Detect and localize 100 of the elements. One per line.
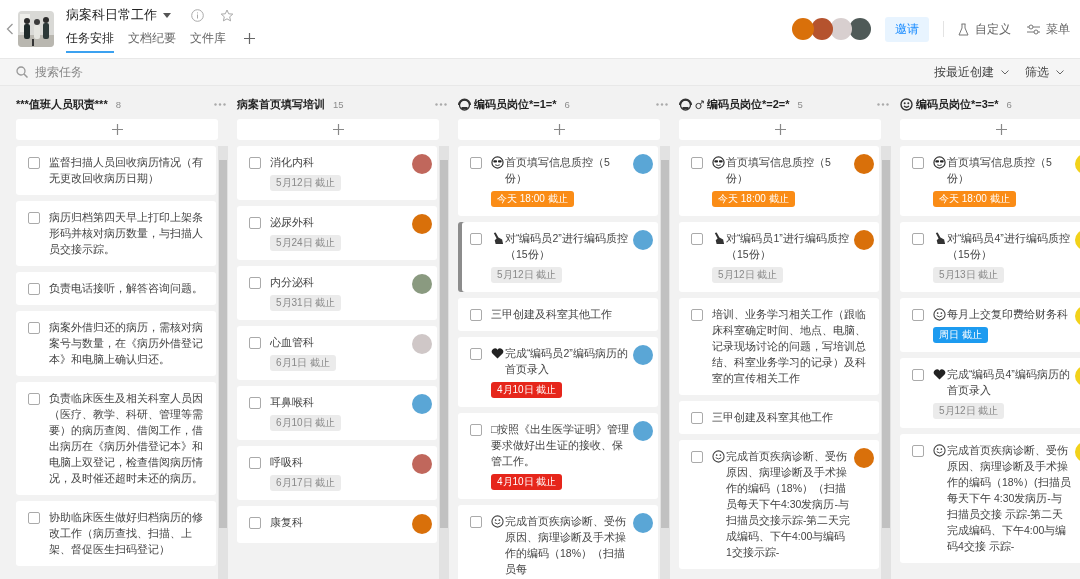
add-tab-icon[interactable] xyxy=(244,33,255,44)
checkbox[interactable] xyxy=(28,157,40,169)
checkbox[interactable] xyxy=(470,348,482,360)
column-title: ***值班人员职责*** xyxy=(16,96,108,112)
task-card[interactable]: 消化内科 5月12日 截止 xyxy=(237,146,437,200)
sliders-icon xyxy=(1027,23,1040,35)
checkbox[interactable] xyxy=(249,157,261,169)
task-card[interactable]: 完成“编码员2”编码病历的首页录入 4月10日 截止 xyxy=(458,337,658,407)
task-card[interactable]: 完成“编码员4”编码病历的首页录入 5月12日 截止 xyxy=(900,358,1080,428)
more-icon[interactable] xyxy=(435,102,447,106)
scrollbar-thumb[interactable] xyxy=(882,160,890,529)
task-card[interactable]: 完成首页疾病诊断、受伤原因、病理诊断及手术操作的编码（18%）（扫描员每天下午4:30发病历-与扫描员交接示踪-第二天完成编码、下午4:00与编码1交接示踪- xyxy=(679,440,879,569)
checkbox[interactable] xyxy=(28,512,40,524)
task-card[interactable]: 对“编码员2”进行编码质控（15份） 5月12日 截止 xyxy=(458,222,658,292)
customize-button[interactable]: 自定义 xyxy=(958,21,1011,37)
menu-button[interactable]: 菜单 xyxy=(1027,21,1070,37)
task-card[interactable]: 呼吸科 6月17日 截止 xyxy=(237,446,437,500)
task-card[interactable]: 泌尿外科 5月24日 截止 xyxy=(237,206,437,260)
task-card[interactable]: 监督扫描人员回收病历情况（有无更改回收病历日期） xyxy=(16,146,216,195)
scrollbar[interactable] xyxy=(218,146,228,579)
due-date-tag: 6月10日 截止 xyxy=(270,415,342,431)
checkbox[interactable] xyxy=(249,277,261,289)
checkbox[interactable] xyxy=(691,233,703,245)
checkbox[interactable] xyxy=(470,233,482,245)
task-card[interactable]: 内分泌科 5月31日 截止 xyxy=(237,266,437,320)
checkbox[interactable] xyxy=(28,283,40,295)
checkbox[interactable] xyxy=(470,157,482,169)
task-count: 8 xyxy=(115,98,122,110)
task-card[interactable]: 病案外借归还的病历，需核对病案号与数量，在《病历外借登记本》和电脑上确认归还。 xyxy=(16,311,216,376)
info-icon[interactable] xyxy=(191,8,204,22)
tab[interactable]: 文档纪要 xyxy=(128,29,176,53)
more-icon[interactable] xyxy=(877,102,889,106)
checkbox[interactable] xyxy=(28,393,40,405)
checkbox[interactable] xyxy=(28,322,40,334)
chevron-down-icon xyxy=(1001,69,1009,75)
task-card[interactable]: 对“编码员4”进行编码质控（15份） 5月13日 截止 xyxy=(900,222,1080,292)
due-date-tag: 今天 18:00 截止 xyxy=(933,191,1016,207)
sort-dropdown[interactable]: 按最近创建 xyxy=(934,64,1009,80)
task-card[interactable]: 完成首页疾病诊断、受伤原因、病理诊断及手术操作的编码（18%）（扫描员每 xyxy=(458,505,658,579)
task-card[interactable]: 病历归档第四天早上打印上架条形码并核对病历数量，与扫描人员交接示踪。 xyxy=(16,201,216,266)
task-title: 协助临床医生做好归档病历的修改工作（病历查找、扫描、上架、督促医生扫码登记） xyxy=(49,510,204,557)
checkbox[interactable] xyxy=(249,217,261,229)
search-icon xyxy=(16,66,28,78)
checkbox[interactable] xyxy=(249,397,261,409)
checkbox[interactable] xyxy=(249,457,261,469)
more-icon[interactable] xyxy=(656,102,668,106)
task-card[interactable]: 心血管科 6月1日 截止 xyxy=(237,326,437,380)
checkbox[interactable] xyxy=(691,451,703,463)
caret-icon[interactable] xyxy=(163,12,171,18)
checkbox[interactable] xyxy=(470,424,482,436)
task-card[interactable]: 首页填写信息质控（5份） 今天 18:00 截止 xyxy=(458,146,658,216)
checkbox[interactable] xyxy=(912,369,924,381)
scrollbar[interactable] xyxy=(439,146,449,579)
plus-icon xyxy=(774,124,786,135)
back-icon[interactable] xyxy=(6,23,14,35)
more-icon[interactable] xyxy=(214,102,226,106)
smiley-icon xyxy=(933,444,946,457)
task-card[interactable]: 耳鼻喉科 6月10日 截止 xyxy=(237,386,437,440)
task-card[interactable]: 三甲创建及科室其他工作 xyxy=(679,401,879,434)
checkbox[interactable] xyxy=(691,309,703,321)
task-card[interactable]: 对“编码员1”进行编码质控（15份） 5月12日 截止 xyxy=(679,222,879,292)
headset-face-icon xyxy=(679,97,692,111)
checkbox[interactable] xyxy=(912,233,924,245)
star-icon[interactable] xyxy=(220,8,234,22)
checkbox[interactable] xyxy=(28,212,40,224)
checkbox[interactable] xyxy=(470,309,482,321)
checkbox[interactable] xyxy=(249,517,261,529)
tab[interactable]: 文件库 xyxy=(190,29,226,53)
checkbox[interactable] xyxy=(470,516,482,528)
checkbox[interactable] xyxy=(912,445,924,457)
due-date-tag: 今天 18:00 截止 xyxy=(491,191,574,207)
task-card[interactable]: □按照《出生医学证明》管理要求做好出生证的接收、保管工作。 4月10日 截止 xyxy=(458,413,658,499)
task-card[interactable]: 培训、业务学习相关工作（跟临床科室确定时间、地点、电脑、记录现场讨论的问题，写培训总结、科室业务学习的记录）及科室的宣传相关工作 xyxy=(679,298,879,395)
task-card[interactable]: 首页填写信息质控（5份） 今天 18:00 截止 xyxy=(679,146,879,216)
scrollbar-thumb[interactable] xyxy=(440,160,448,529)
checkbox[interactable] xyxy=(249,337,261,349)
checkbox[interactable] xyxy=(691,412,703,424)
task-title: 呼吸科 xyxy=(270,455,304,470)
task-card[interactable]: 负责电话接听，解答咨询问题。 xyxy=(16,272,216,305)
task-count: 15 xyxy=(333,98,345,110)
task-card[interactable]: 康复科 xyxy=(237,506,437,543)
task-card[interactable]: 协助临床医生做好归档病历的修改工作（病历查找、扫描、上架、督促医生扫码登记） xyxy=(16,501,216,566)
scrollbar-thumb[interactable] xyxy=(661,160,669,529)
scrollbar[interactable] xyxy=(660,146,670,579)
checkbox[interactable] xyxy=(912,309,924,321)
scrollbar[interactable] xyxy=(881,146,891,579)
task-card[interactable]: 每月上交复印费给财务科 周日 截止 xyxy=(900,298,1080,352)
checkbox[interactable] xyxy=(912,157,924,169)
task-card[interactable]: 三甲创建及科室其他工作 xyxy=(458,298,658,331)
task-card[interactable]: 首页填写信息质控（5份） 今天 18:00 截止 xyxy=(900,146,1080,216)
task-title: 对“编码员1”进行编码质控（15份） xyxy=(726,231,850,262)
task-card[interactable]: 负责临床医生及相关科室人员因（医疗、教学、科研、管理等需要）的病历查阅、借阅工作，借出病历在《病历外借登记本》和电脑上双登记，检查借阅病历情况，及时催还超时未还的病历。 xyxy=(16,382,216,495)
scrollbar-thumb[interactable] xyxy=(219,160,227,529)
checkbox[interactable] xyxy=(691,157,703,169)
task-card[interactable]: 完成首页疾病诊断、受伤原因、病理诊断及手术操作的编码（18%）(扫描员每天下午 4:30发病历-与扫描员交接 示踪-第二天完成编码、下午4:00与编码4交接 示踪- xyxy=(900,434,1080,563)
task-title: 完成“编码员2”编码病历的首页录入 xyxy=(505,346,629,377)
search-field[interactable]: 搜索任务 xyxy=(35,66,235,78)
due-date-tag: 5月31日 截止 xyxy=(270,295,342,311)
tab[interactable]: 任务安排 xyxy=(66,29,114,53)
filter-dropdown[interactable]: 筛选 xyxy=(1025,64,1064,80)
